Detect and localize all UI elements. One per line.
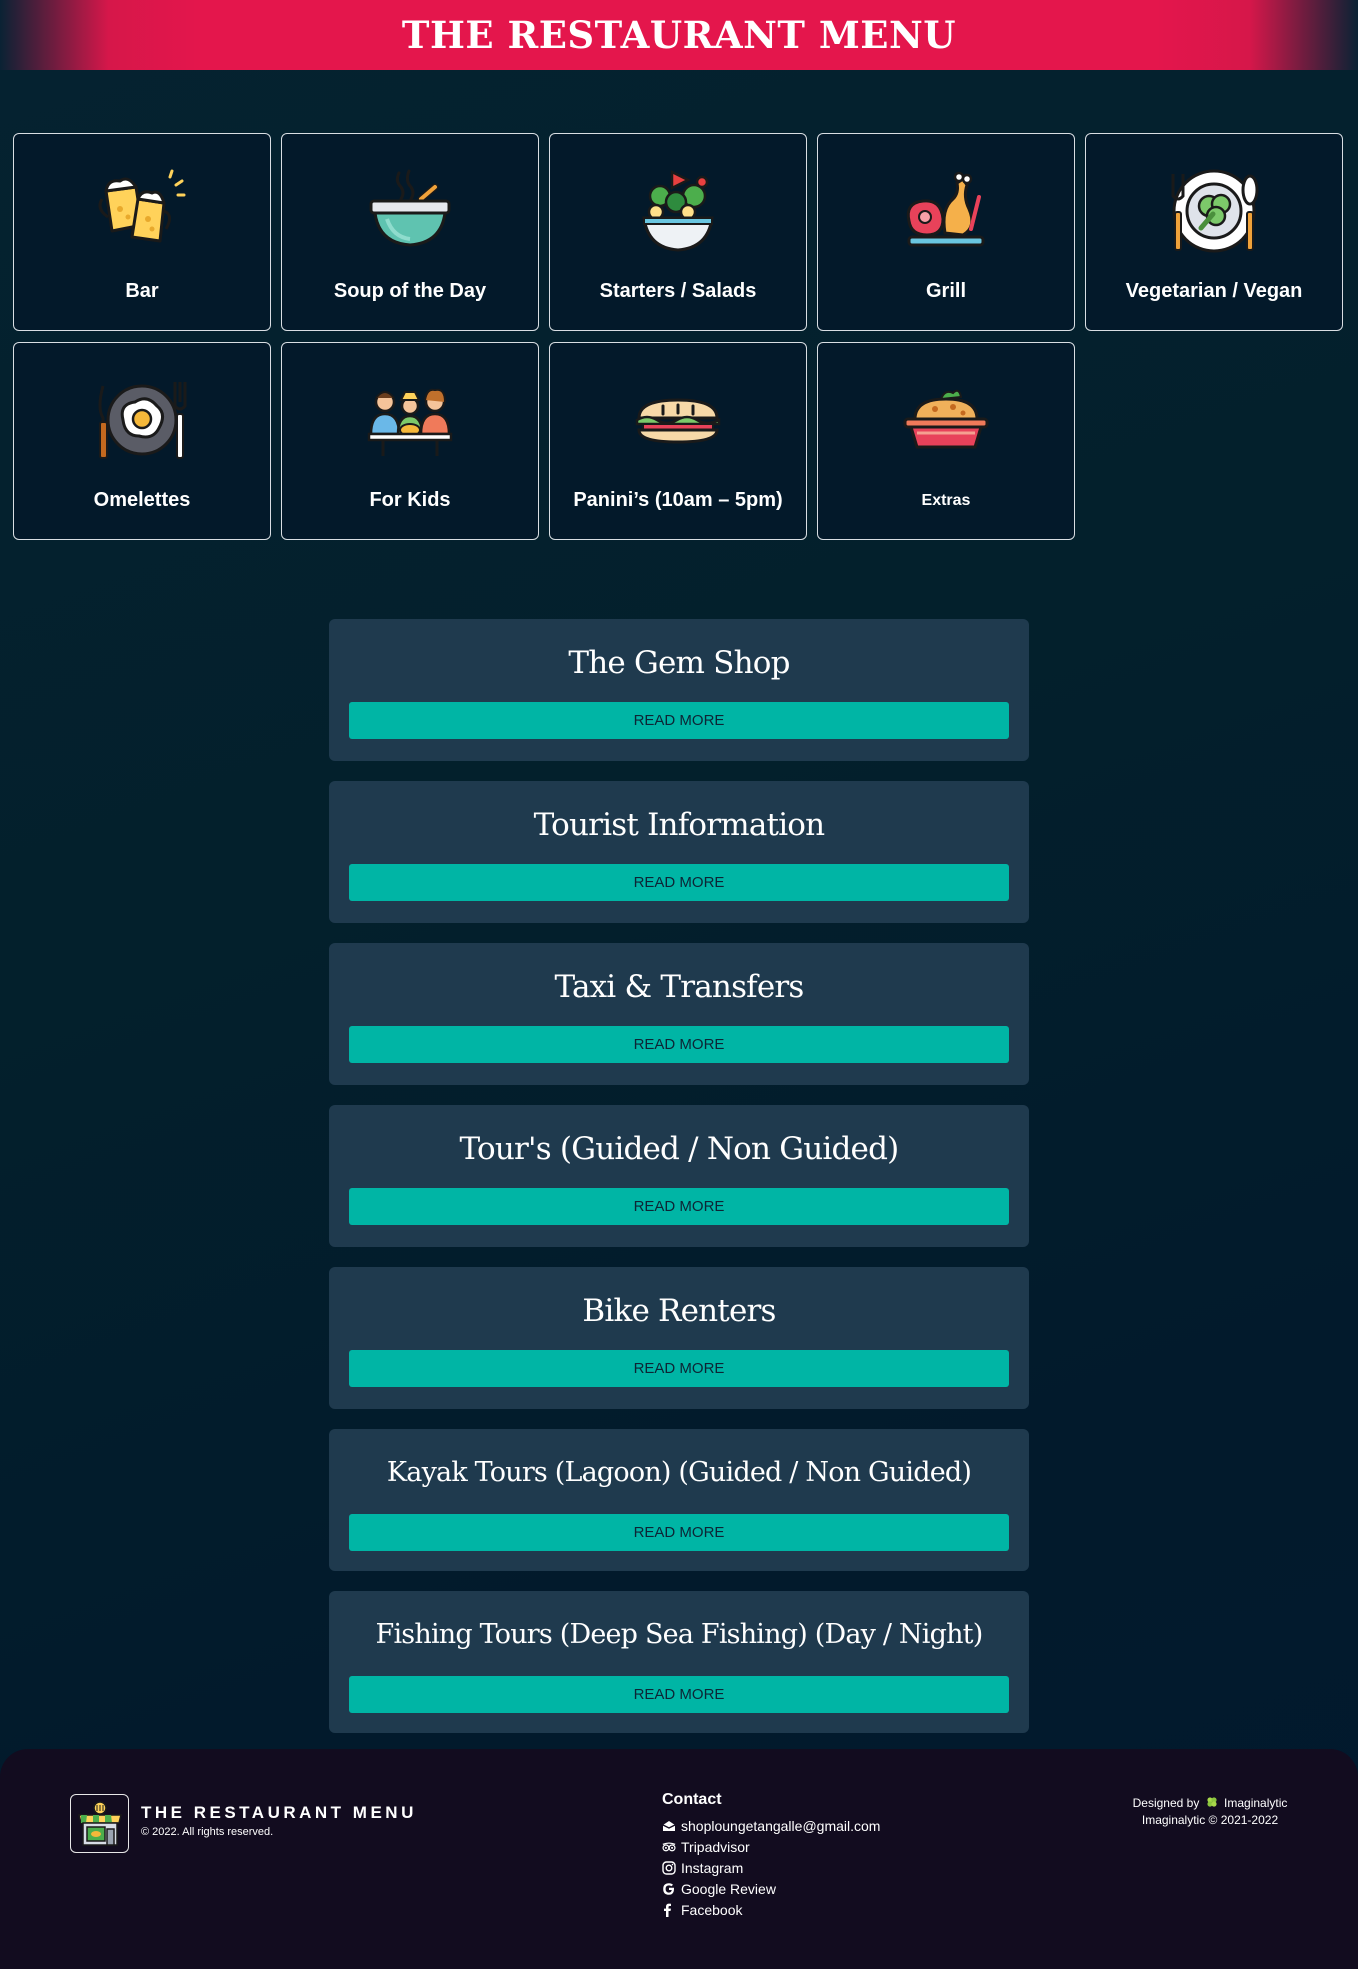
contact-instagram-link[interactable]: Instagram <box>662 1857 880 1878</box>
read-more-button[interactable]: READ MORE <box>349 1350 1009 1387</box>
category-label: Grill <box>925 280 966 302</box>
service-title: Bike Renters <box>582 1293 776 1329</box>
restaurant-logo-icon[interactable] <box>70 1794 129 1853</box>
category-label: Soup of the Day <box>333 280 487 302</box>
services-list: The Gem Shop READ MORE Tourist Informati… <box>329 619 1029 1753</box>
tripadvisor-icon <box>662 1840 676 1854</box>
category-label: Extras <box>921 492 971 509</box>
read-more-button[interactable]: READ MORE <box>349 864 1009 901</box>
google-icon <box>662 1882 676 1896</box>
read-more-button[interactable]: READ MORE <box>349 1514 1009 1551</box>
category-label: For Kids <box>369 489 451 511</box>
clover-icon <box>1206 1796 1218 1812</box>
service-title: Taxi & Transfers <box>554 969 804 1005</box>
facebook-icon <box>662 1903 676 1917</box>
service-card-gem-shop: The Gem Shop READ MORE <box>329 619 1029 761</box>
kids-table-icon <box>365 375 455 465</box>
casserole-dish-icon <box>901 375 991 465</box>
category-card-panini[interactable]: Panini’s (10am – 5pm) <box>549 342 807 540</box>
contact-tripadvisor-link[interactable]: Tripadvisor <box>662 1836 880 1857</box>
vegetable-plate-icon <box>1169 166 1259 256</box>
contact-label: Google Review <box>681 1880 776 1897</box>
designed-by-text: Designed by <box>1132 1796 1200 1810</box>
category-card-vegetarian[interactable]: Vegetarian / Vegan <box>1085 133 1343 331</box>
footer-brand: THE RESTAURANT MENU © 2022. All rights r… <box>70 1794 417 1853</box>
footer-brand-title: THE RESTAURANT MENU <box>141 1803 417 1822</box>
service-title: Tour's (Guided / Non Guided) <box>459 1131 900 1167</box>
contact-label: shoploungetangalle@gmail.com <box>681 1817 881 1834</box>
service-title: Fishing Tours (Deep Sea Fishing) (Day / … <box>375 1619 984 1650</box>
category-label: Vegetarian / Vegan <box>1125 280 1303 302</box>
footer-contact: Contact shoploungetangalle@gmail.com Tri… <box>662 1791 880 1920</box>
category-card-soup[interactable]: Soup of the Day <box>281 133 539 331</box>
service-card-kayak-tours: Kayak Tours (Lagoon) (Guided / Non Guide… <box>329 1429 1029 1571</box>
contact-label: Facebook <box>681 1901 743 1918</box>
category-card-kids[interactable]: For Kids <box>281 342 539 540</box>
grilled-meat-icon <box>901 166 991 256</box>
category-label: Starters / Salads <box>599 280 757 302</box>
category-card-starters[interactable]: Starters / Salads <box>549 133 807 331</box>
contact-title: Contact <box>662 1791 722 1808</box>
read-more-button[interactable]: READ MORE <box>349 1026 1009 1063</box>
category-card-omelettes[interactable]: Omelettes <box>13 342 271 540</box>
service-card-bike-renters: Bike Renters READ MORE <box>329 1267 1029 1409</box>
page-title: THE RESTAURANT MENU <box>401 13 957 57</box>
service-card-tours: Tour's (Guided / Non Guided) READ MORE <box>329 1105 1029 1247</box>
designer-link[interactable]: Imaginalytic <box>1224 1796 1287 1810</box>
contact-email-link[interactable]: shoploungetangalle@gmail.com <box>662 1815 880 1836</box>
beer-mugs-icon <box>97 166 187 256</box>
service-card-fishing-tours: Fishing Tours (Deep Sea Fishing) (Day / … <box>329 1591 1029 1733</box>
footer-copyright: © 2022. All rights reserved. <box>141 1826 274 1838</box>
service-title: Kayak Tours (Lagoon) (Guided / Non Guide… <box>386 1457 972 1488</box>
category-label: Panini’s (10am – 5pm) <box>573 489 783 511</box>
instagram-icon <box>662 1860 676 1875</box>
contact-label: Tripadvisor <box>681 1838 750 1855</box>
salad-bowl-icon <box>633 166 723 256</box>
page-header: THE RESTAURANT MENU <box>0 0 1358 70</box>
service-card-taxi: Taxi & Transfers READ MORE <box>329 943 1029 1085</box>
service-title: Tourist Information <box>533 807 826 843</box>
contact-label: Instagram <box>681 1859 744 1876</box>
service-title: The Gem Shop <box>568 645 790 681</box>
category-card-bar[interactable]: Bar <box>13 133 271 331</box>
contact-facebook-link[interactable]: Facebook <box>662 1899 880 1920</box>
category-card-extras[interactable]: Extras <box>817 342 1075 540</box>
footer-designer-credit: Designed by Imaginalytic Imaginalytic © … <box>1100 1795 1320 1828</box>
category-label: Bar <box>125 280 159 302</box>
category-label: Omelettes <box>93 489 191 511</box>
envelope-icon <box>662 1819 676 1833</box>
category-card-grill[interactable]: Grill <box>817 133 1075 331</box>
read-more-button[interactable]: READ MORE <box>349 1676 1009 1713</box>
read-more-button[interactable]: READ MORE <box>349 1188 1009 1225</box>
read-more-button[interactable]: READ MORE <box>349 702 1009 739</box>
fried-egg-plate-icon <box>97 375 187 465</box>
site-footer: THE RESTAURANT MENU © 2022. All rights r… <box>0 1749 1358 1969</box>
sandwich-icon <box>633 375 723 465</box>
contact-google-review-link[interactable]: Google Review <box>662 1878 880 1899</box>
designer-copyright: Imaginalytic © 2021-2022 <box>1141 1812 1279 1827</box>
service-card-tourist-information: Tourist Information READ MORE <box>329 781 1029 923</box>
soup-bowl-icon <box>365 166 455 256</box>
menu-category-grid: Bar Soup of the Day Starters / Salads Gr… <box>13 133 1343 540</box>
